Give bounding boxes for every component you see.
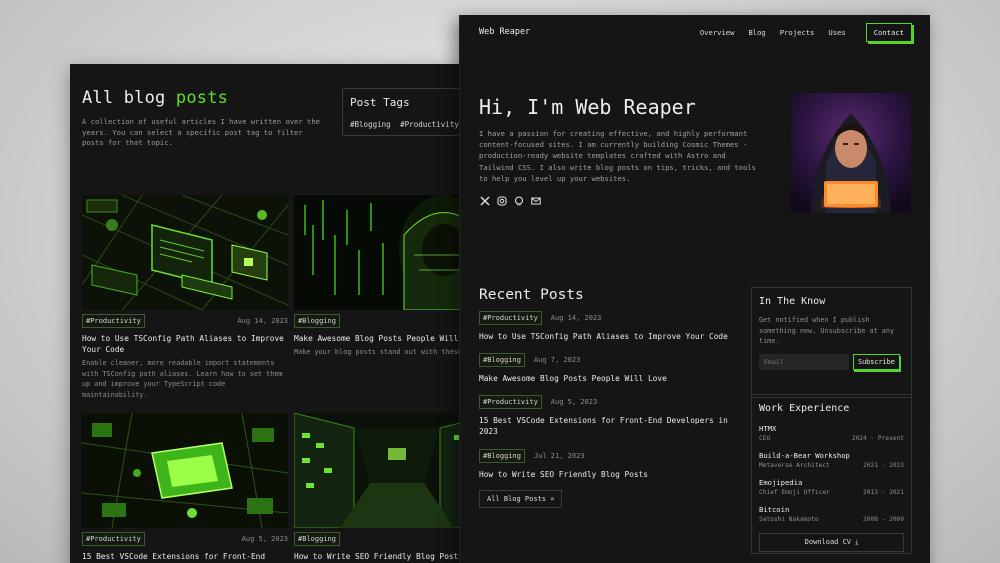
hero-title: Hi, I'm Web Reaper [479, 95, 696, 119]
job-period: 2024 - Present [851, 435, 904, 442]
blog-card[interactable]: #Productivity Aug 5, 2023 15 Best VSCode… [82, 413, 288, 563]
github-icon[interactable] [514, 196, 524, 206]
main-nav: Overview Blog Projects Uses Contact [700, 23, 912, 42]
post-tag[interactable]: #Blogging [479, 353, 525, 367]
card-tag[interactable]: #Productivity [82, 314, 145, 328]
nav-uses[interactable]: Uses [828, 28, 845, 37]
job-role: CEO [759, 435, 771, 442]
mail-icon[interactable] [531, 196, 541, 206]
nav-blog[interactable]: Blog [748, 28, 765, 37]
card-tag[interactable]: #Productivity [82, 532, 145, 546]
email-field[interactable] [759, 353, 849, 370]
job-period: 2013 - 2021 [863, 489, 904, 496]
card-tag[interactable]: #Blogging [294, 314, 340, 328]
newsletter-title: In The Know [759, 296, 826, 307]
recent-posts-title: Recent Posts [479, 287, 584, 303]
job-period: 2008 - 2009 [863, 516, 904, 523]
tag-filter-blogging[interactable]: #Blogging [350, 120, 391, 129]
card-date: Aug 5, 2023 [241, 535, 288, 543]
nav-overview[interactable]: Overview [700, 28, 735, 37]
job-entry: Bitcoin Satoshi Nakamoto 2008 - 2009 [759, 505, 904, 523]
download-cv-button[interactable]: Download CV ⤓ [759, 533, 904, 552]
site-logo[interactable]: Web Reaper [479, 27, 530, 37]
job-entry: HTMX CEO 2024 - Present [759, 424, 904, 442]
work-title: Work Experience [759, 403, 850, 414]
job-entry: Emojipedia Chief Emoji Officer 2013 - 202… [759, 478, 904, 496]
contact-button[interactable]: Contact [865, 23, 912, 42]
tag-filter-productivity[interactable]: #Productivity [400, 120, 459, 129]
post-tag[interactable]: #Productivity [479, 395, 542, 409]
job-company: Emojipedia [759, 478, 803, 487]
blog-card[interactable]: #Productivity Aug 14, 2023 How to Use TS… [82, 195, 288, 400]
card-image [82, 413, 288, 528]
x-icon[interactable] [480, 196, 490, 206]
post-tag[interactable]: #Blogging [479, 449, 525, 463]
post-title[interactable]: How to Write SEO Friendly Blog Posts [479, 469, 739, 480]
blog-list-window: All blog posts A collection of useful ar… [70, 64, 490, 563]
post-date: Jul 21, 2023 [533, 452, 585, 460]
avatar [791, 93, 911, 213]
post-title[interactable]: Make Awesome Blog Posts People Will Love [479, 373, 739, 384]
job-role: Metaverse Architect [759, 462, 830, 469]
job-entry: Build-a-Bear Workshop Metaverse Architec… [759, 451, 904, 469]
subscribe-button[interactable]: Subscribe [853, 353, 900, 370]
nav-projects[interactable]: Projects [780, 28, 815, 37]
card-image [82, 195, 288, 310]
recent-post[interactable]: #Blogging Jul 21, 2023 How to Write SEO F… [479, 449, 739, 480]
recent-post[interactable]: #Productivity Aug 5, 2023 15 Best VSCode … [479, 395, 739, 437]
card-tag[interactable]: #Blogging [294, 532, 340, 546]
all-blog-posts-button[interactable]: All Blog Posts » [479, 490, 563, 508]
newsletter-panel: In The Know Get notified when I publish … [751, 287, 912, 398]
page-description: A collection of useful articles I have w… [82, 117, 320, 147]
recent-post[interactable]: #Productivity Aug 14, 2023 How to Use TSC… [479, 311, 739, 342]
post-date: Aug 5, 2023 [550, 398, 598, 406]
post-date: Aug 7, 2023 [533, 356, 581, 364]
card-date: Aug 14, 2023 [237, 317, 288, 325]
instagram-icon[interactable] [497, 196, 507, 206]
job-company: Build-a-Bear Workshop [759, 451, 850, 460]
hero-description: I have a passion for creating effective,… [479, 129, 756, 183]
post-title[interactable]: How to Use TSConfig Path Aliases to Impr… [479, 331, 739, 342]
card-excerpt: Enable cleaner, more readable import sta… [82, 359, 283, 399]
job-period: 2021 - 2023 [863, 462, 904, 469]
job-company: HTMX [759, 424, 777, 433]
post-date: Aug 14, 2023 [550, 314, 602, 322]
post-tag[interactable]: #Productivity [479, 311, 542, 325]
home-window: Web Reaper Overview Blog Projects Uses C… [459, 15, 930, 563]
card-title[interactable]: 15 Best VSCode Extensions for Front-End … [82, 551, 288, 563]
job-role: Chief Emoji Officer [759, 489, 830, 496]
newsletter-text: Get notified when I publish something ne… [759, 316, 895, 346]
recent-post[interactable]: #Blogging Aug 7, 2023 Make Awesome Blog P… [479, 353, 739, 384]
job-company: Bitcoin [759, 505, 790, 514]
job-role: Satoshi Nakamoto [759, 516, 819, 523]
work-experience-panel: Work Experience HTMX CEO 2024 - Present B… [751, 394, 912, 554]
social-links [480, 196, 548, 206]
page-title: All blog posts [82, 88, 229, 108]
card-title[interactable]: How to Use TSConfig Path Aliases to Impr… [82, 333, 288, 355]
post-title[interactable]: 15 Best VSCode Extensions for Front-End … [479, 415, 739, 437]
